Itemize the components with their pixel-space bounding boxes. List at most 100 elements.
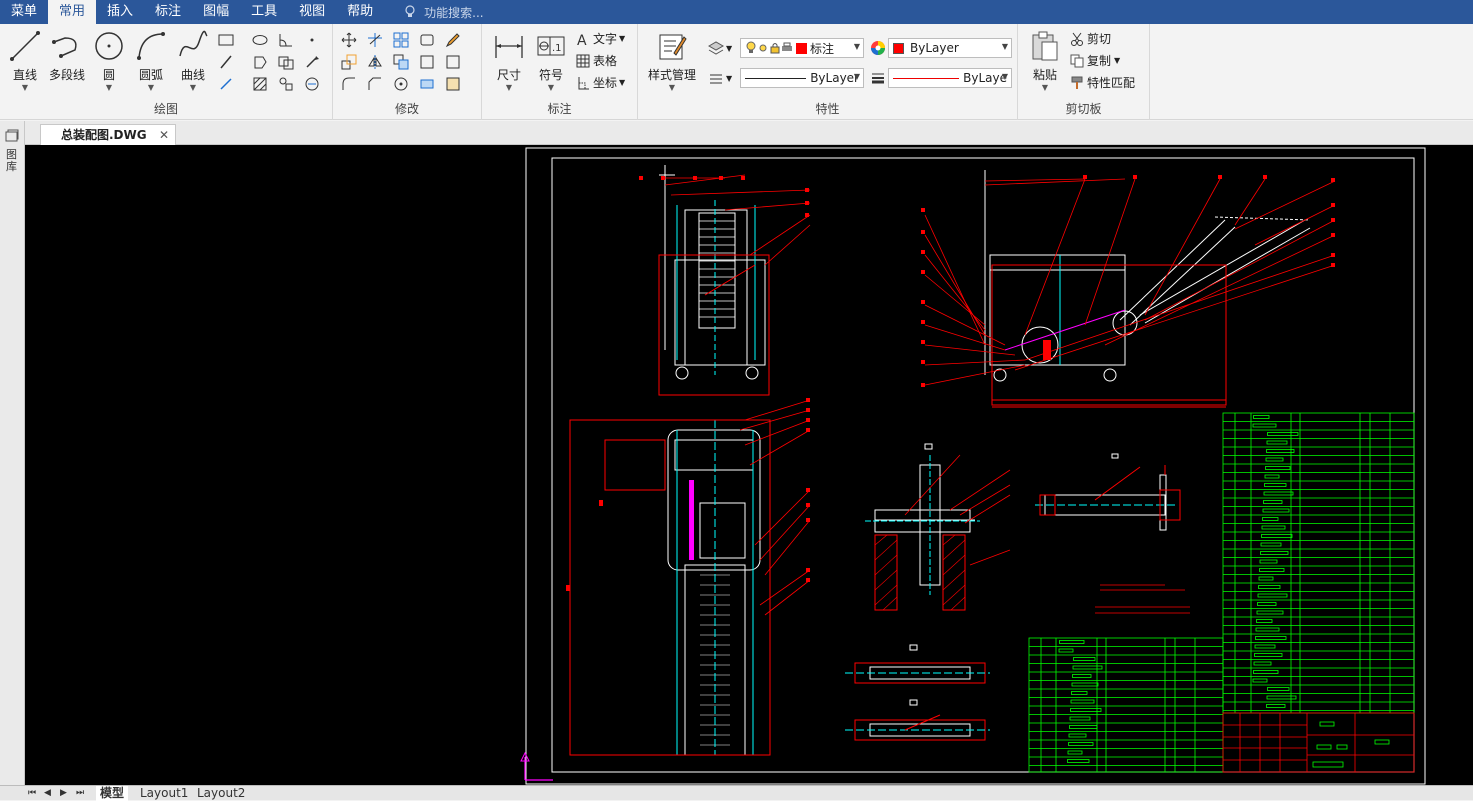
paste-icon	[1032, 31, 1058, 61]
hatch-icon	[253, 77, 267, 91]
dimension-button[interactable]: 尺寸 ▼	[486, 28, 532, 92]
angle-tool[interactable]	[276, 30, 296, 50]
table-cell-text	[1255, 636, 1287, 640]
line-button[interactable]: 直线 ▼	[2, 28, 48, 92]
pencil-icon	[445, 33, 460, 48]
mirror-tool[interactable]	[365, 52, 385, 72]
offset-tool[interactable]	[417, 30, 437, 50]
color-dropdown[interactable]: ByLayer ▼	[888, 38, 1012, 58]
chevron-down-icon: ▼	[21, 83, 29, 92]
text-icon: A	[577, 33, 587, 46]
brush-icon	[1071, 76, 1083, 89]
chevron-down-icon: ▼	[668, 83, 676, 92]
table-cell-text	[1070, 708, 1102, 712]
table-cell-text	[1263, 491, 1294, 496]
pick-tool[interactable]	[302, 52, 322, 72]
trim-tool[interactable]	[365, 30, 385, 50]
first-tab-icon[interactable]: ⏮	[28, 786, 36, 801]
construction-line-tool[interactable]	[216, 52, 236, 72]
chamfer-tool[interactable]	[365, 74, 385, 94]
table-cell-text	[1262, 517, 1279, 521]
feature-search[interactable]: 功能搜索...	[404, 4, 484, 21]
move-tool[interactable]	[339, 30, 359, 50]
join-tool[interactable]	[443, 74, 463, 94]
ellipse-tool[interactable]	[250, 30, 270, 50]
explode-tool[interactable]	[417, 52, 437, 72]
style-manager-button[interactable]: 样式管理 ▼	[644, 28, 700, 92]
scale-tool[interactable]	[339, 52, 359, 72]
menu-item-annotate[interactable]: 标注	[144, 0, 192, 24]
library-label[interactable]: 图库	[6, 149, 18, 173]
color-wheel-button[interactable]	[868, 38, 888, 58]
menu-item-tools[interactable]: 工具	[240, 0, 288, 24]
linetype-button[interactable]	[706, 68, 726, 88]
polyline-button[interactable]: 多段线	[44, 28, 90, 92]
table-cell-text	[1266, 440, 1288, 445]
document-tab[interactable]: 总装配图.DWG ✕	[40, 124, 176, 145]
table-cell-text	[1266, 704, 1286, 708]
region-tool[interactable]	[250, 52, 270, 72]
lineweight-dropdown[interactable]: ByLaye ▼	[888, 68, 1012, 88]
draw-panel: 直线 ▼ 多段线 圆 ▼ 圆弧 ▼ 曲线 ▼ 绘图	[0, 24, 333, 120]
layer-manager-button[interactable]	[706, 38, 726, 58]
arc-button[interactable]: 圆弧 ▼	[128, 28, 174, 92]
menu-item-common[interactable]: 常用	[48, 0, 97, 24]
close-icon[interactable]: ✕	[159, 125, 169, 145]
fillet-icon	[342, 77, 355, 90]
cut-button[interactable]: 剪切	[1070, 30, 1111, 47]
coordinate-button[interactable]: 坐标 ▼	[576, 74, 625, 91]
point-tool[interactable]	[302, 30, 322, 50]
menu-item-sheet[interactable]: 图幅	[192, 0, 240, 24]
table-cell-text	[1266, 449, 1295, 453]
tab-layout1[interactable]: Layout1	[140, 786, 188, 801]
prev-tab-icon[interactable]: ◀	[44, 786, 51, 801]
text-button[interactable]: A 文字 ▼	[576, 30, 625, 47]
wipeout-tool[interactable]	[302, 74, 322, 94]
modify-panel-title: 修改	[394, 102, 419, 116]
hatch-tool[interactable]	[250, 74, 270, 94]
last-tab-icon[interactable]: ⏭	[76, 786, 84, 801]
stretch-tool[interactable]	[443, 30, 463, 50]
chevron-down-icon: ▼	[1001, 42, 1008, 51]
table-button[interactable]: 表格	[576, 52, 617, 69]
menu-item-help[interactable]: 帮助	[336, 0, 384, 24]
array-tool[interactable]	[391, 30, 411, 50]
region-icon	[254, 56, 267, 69]
chevron-down-icon: ▼	[726, 74, 733, 83]
erase-tool[interactable]	[443, 52, 463, 72]
tab-layout2[interactable]: Layout2	[197, 786, 245, 801]
break-tool[interactable]	[417, 74, 437, 94]
copy-icon	[1070, 54, 1084, 67]
menu-item-insert[interactable]: 插入	[96, 0, 144, 24]
style-manager-icon	[659, 34, 687, 60]
block-tool[interactable]	[276, 52, 296, 72]
next-tab-icon[interactable]: ▶	[60, 786, 67, 801]
tab-model[interactable]: 模型	[96, 786, 129, 801]
lineweight-button[interactable]	[868, 68, 888, 88]
shaft-view	[1035, 453, 1190, 614]
match-properties-button[interactable]: 特性匹配	[1070, 74, 1135, 91]
table-cell-text	[1264, 483, 1287, 487]
color-swatch	[893, 42, 904, 54]
linetype-dropdown[interactable]: ByLayer ▼	[740, 68, 864, 88]
rotate-tool[interactable]	[391, 74, 411, 94]
group-tool[interactable]	[276, 74, 296, 94]
menu-item-menu[interactable]: 菜单	[0, 0, 48, 24]
join-icon	[446, 77, 460, 91]
symbol-button[interactable]: .1 符号 ▼	[528, 28, 574, 92]
layer-dropdown[interactable]: 标注 ▼	[740, 38, 864, 58]
copy-button[interactable]: 复制 ▼	[1070, 52, 1120, 69]
ray-tool[interactable]	[216, 74, 236, 94]
curve-button[interactable]: 曲线 ▼	[170, 28, 216, 92]
table-cell-text	[1069, 725, 1098, 729]
circle-button[interactable]: 圆 ▼	[86, 28, 132, 92]
paste-button[interactable]: 粘贴 ▼	[1022, 28, 1068, 92]
library-icon[interactable]	[5, 129, 19, 143]
rectangle-tool[interactable]	[216, 30, 236, 50]
drawing-canvas[interactable]	[25, 145, 1473, 785]
menu-item-view[interactable]: 视图	[288, 0, 336, 24]
bulb-icon	[746, 41, 756, 53]
fillet-tool[interactable]	[339, 74, 359, 94]
spline-icon	[179, 30, 208, 57]
copy-tool[interactable]	[391, 52, 411, 72]
